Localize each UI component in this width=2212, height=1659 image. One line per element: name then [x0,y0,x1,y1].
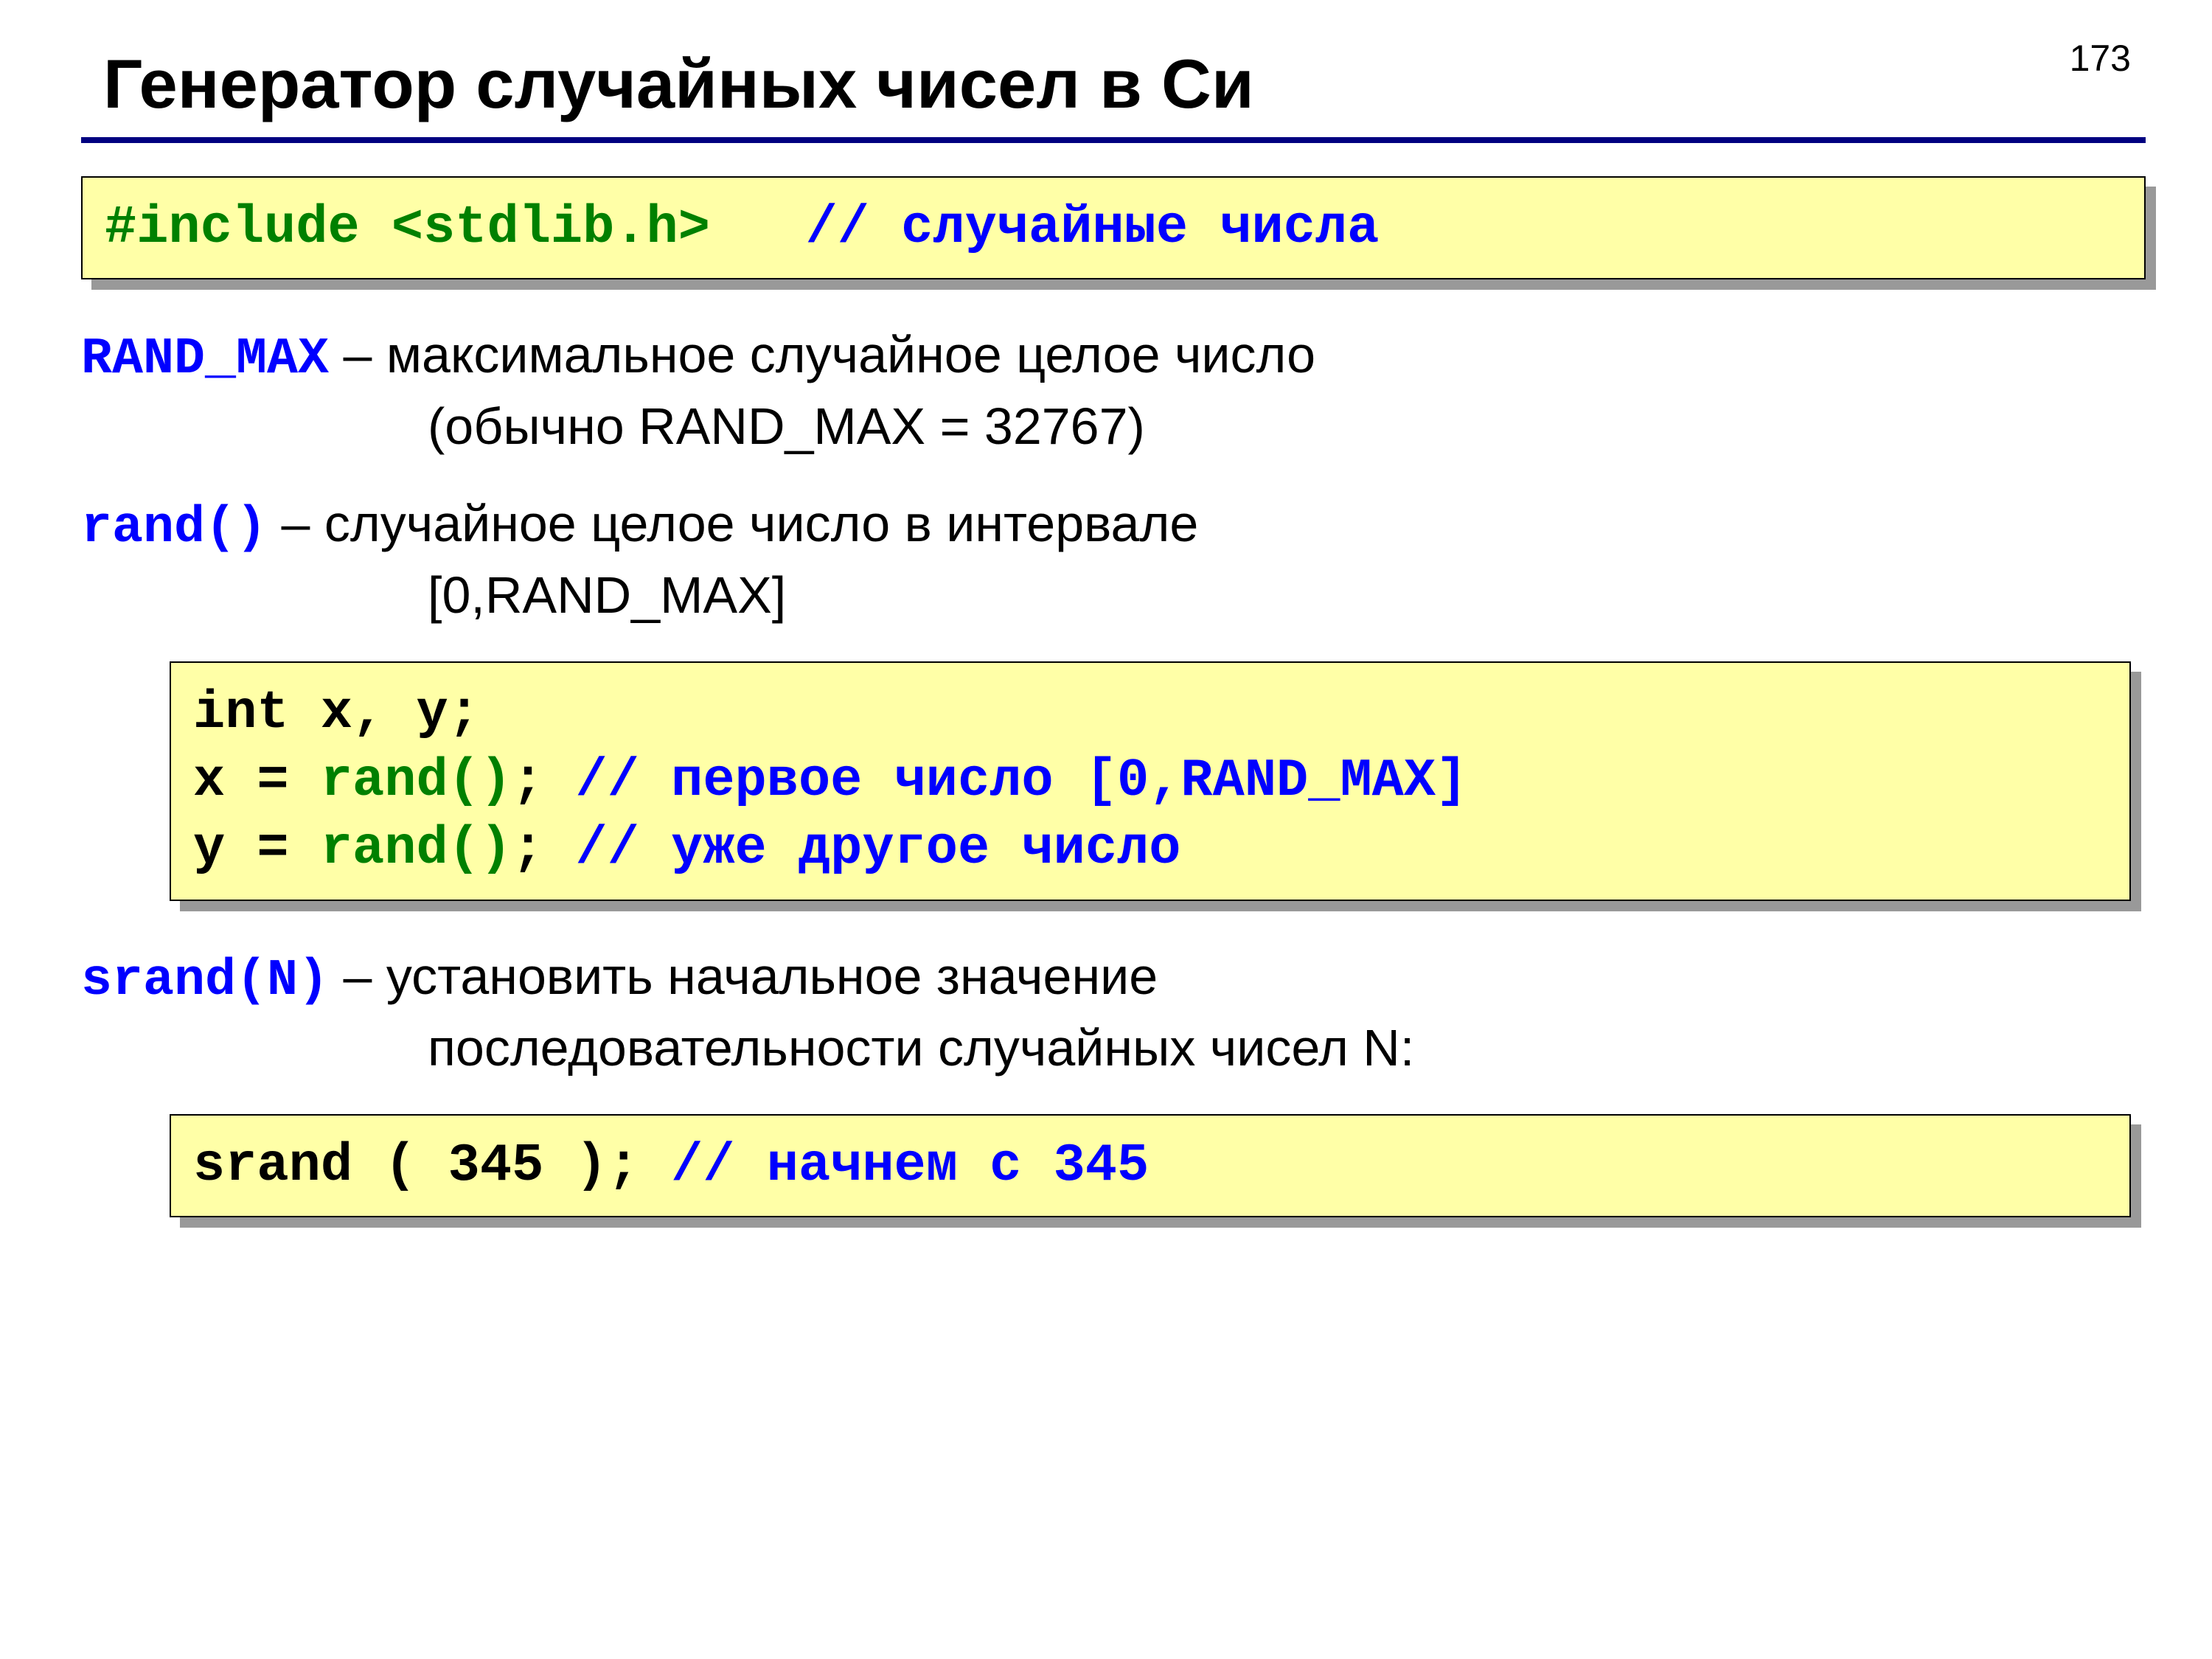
randmax-block: RAND_MAX – максимальное случайное целое … [81,324,2146,456]
randmax-desc2: (обычно RAND_MAX = 32767) [81,397,2146,456]
randmax-keyword: RAND_MAX [81,330,329,389]
code2-l3a: y = [193,818,321,879]
slide: 173 Генератор случайных чисел в Си #incl… [0,0,2212,1659]
code-srand-block: srand ( 345 ); // начнем с 345 [170,1114,2131,1217]
code3-a: srand ( 345 ); [193,1135,671,1196]
srand-block: srand(N) – установить начальное значение… [81,945,2146,1077]
rand-block: rand() – случайное целое число в интерва… [81,493,2146,625]
code2-line1: int x, y; [193,683,480,743]
slide-title: Генератор случайных чисел в Си [103,44,2146,124]
rand-desc2: [0,RAND_MAX] [81,566,2146,625]
rand-keyword: rand() [81,499,267,557]
code-comment: // случайные числа [806,198,1380,258]
title-underline [81,137,2146,143]
randmax-desc1: – максимальное случайное целое число [329,326,1315,383]
randmax-line1: RAND_MAX – максимальное случайное целое … [81,324,2146,391]
code-rand-block: int x, y; x = rand(); // первое число [0… [170,661,2131,900]
code-spacer [710,198,806,258]
rand-line1: rand() – случайное целое число в интерва… [81,493,2146,560]
code2-l3b: rand() [321,818,512,879]
code2-l2d: // первое число [0,RAND_MAX] [576,751,1468,811]
srand-line1: srand(N) – установить начальное значение [81,945,2146,1012]
srand-desc2: последовательности случайных чисел N: [81,1018,2146,1077]
srand-keyword: srand(N) [81,952,329,1010]
code2-l2a: x = [193,751,321,811]
code2-l2b: rand() [321,751,512,811]
code3-b: // начнем с 345 [671,1135,1149,1196]
rand-desc1: – случайное целое число в интервале [267,495,1198,552]
code2-l3d: // уже другое число [576,818,1181,879]
code-directive: #include <stdlib.h> [105,198,710,258]
srand-desc1: – установить начальное значение [329,947,1158,1005]
code-include-block: #include <stdlib.h> // случайные числа [81,176,2146,279]
page-number: 173 [2070,37,2131,80]
code2-l3c: ; [512,818,575,879]
code2-l2c: ; [512,751,575,811]
